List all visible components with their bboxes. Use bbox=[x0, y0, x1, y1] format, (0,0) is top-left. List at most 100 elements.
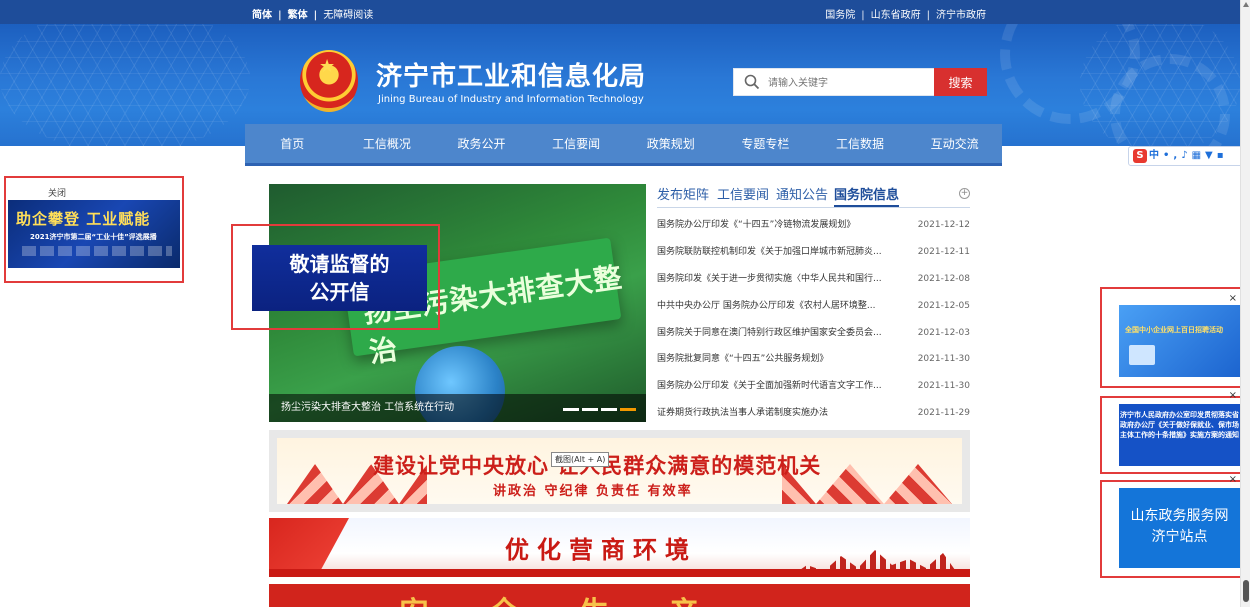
gov-service-line2: 济宁站点 bbox=[1151, 529, 1208, 545]
sogou-logo-icon: S bbox=[1133, 149, 1147, 163]
gov-service-line1: 山东政务服务网 bbox=[1130, 508, 1229, 524]
site-subtitle: Jining Bureau of Industry and Informatio… bbox=[378, 94, 644, 105]
close-icon[interactable]: × bbox=[1229, 474, 1237, 485]
banner-headline: 安全生产 bbox=[399, 588, 759, 607]
news-date: 2021-12-11 bbox=[917, 246, 970, 257]
news-date: 2021-12-08 bbox=[917, 273, 970, 284]
notice-ad[interactable]: 济宁市人民政府办公室印发贯彻落实省政府办公厅《关于做好保就业、保市场主体工作的十… bbox=[1119, 404, 1240, 466]
close-icon[interactable]: × bbox=[1229, 293, 1237, 304]
safety-production-banner[interactable]: 安全生产 bbox=[269, 584, 970, 607]
decor-network-globe bbox=[1080, 24, 1240, 146]
news-item[interactable]: 国务院办公厅印发《关于全面加强新时代语言文字工作... 2021-11-30 bbox=[657, 373, 970, 400]
nav-policy[interactable]: 政策规划 bbox=[624, 124, 719, 163]
banner-caption: 2021济宁市第二届“工业十佳”评选展播 bbox=[30, 233, 157, 241]
news-item[interactable]: 国务院联防联控机制印发《关于加强口岸城市新冠肺炎... 2021-12-11 bbox=[657, 239, 970, 266]
banner-slogan: 助企攀登 工业赋能 bbox=[16, 210, 151, 228]
nav-public-affairs[interactable]: 政务公开 bbox=[434, 124, 529, 163]
business-environment-banner[interactable]: 优化营商环境 bbox=[269, 518, 970, 577]
news-date: 2021-11-30 bbox=[917, 381, 970, 392]
accessibility-link[interactable]: 无障碍阅读 bbox=[323, 10, 373, 21]
banner-stripe bbox=[269, 569, 970, 577]
nav-home[interactable]: 首页 bbox=[245, 124, 340, 163]
open-letter-line2: 公开信 bbox=[309, 280, 370, 304]
news-item[interactable]: 国务院批复同意《“十四五”公共服务规划》 2021-11-30 bbox=[657, 346, 970, 373]
slide-dot[interactable] bbox=[582, 408, 598, 411]
top-links: 国务院 | 山东省政府 | 济宁市政府 bbox=[825, 10, 986, 21]
search-button[interactable]: 搜索 bbox=[934, 68, 987, 96]
slide-dot[interactable] bbox=[563, 408, 579, 411]
news-item[interactable]: 国务院印发《关于进一步贯彻实施〈中华人民共和国行... 2021-12-08 bbox=[657, 266, 970, 293]
toolbox-icon[interactable]: ▪ bbox=[1217, 150, 1228, 161]
nav-news[interactable]: 工信要闻 bbox=[529, 124, 624, 163]
news-tabs: 发布矩阵 工信要闻 通知公告 国务院信息 + bbox=[657, 184, 970, 208]
left-floating-ad: 关闭 助企攀登 工业赋能 2021济宁市第二届“工业十佳”评选展播 bbox=[4, 176, 184, 283]
news-item[interactable]: 中共中央办公厅 国务院办公厅印发《农村人居环境整... 2021-12-05 bbox=[657, 293, 970, 320]
right-float-service: × 山东政务服务网 济宁站点 bbox=[1100, 474, 1247, 578]
nav-overview[interactable]: 工信概况 bbox=[340, 124, 435, 163]
banner-fine-print bbox=[22, 246, 172, 256]
tab-release-matrix[interactable]: 发布矩阵 bbox=[657, 184, 709, 203]
decor-network-globe bbox=[0, 24, 250, 146]
open-letter-float[interactable]: 敬请监督的 公开信 bbox=[252, 245, 427, 311]
lang-traditional[interactable]: 繁体 bbox=[288, 10, 308, 21]
news-list: 国务院办公厅印发《“十四五”冷链物流发展规划》 2021-12-12 国务院联防联… bbox=[657, 212, 970, 427]
open-letter-line1: 敬请监督的 bbox=[289, 252, 390, 276]
recruitment-ad-text: 全国中小企业网上百日招聘活动 bbox=[1125, 326, 1223, 334]
screenshot-tooltip: 截图(Alt + A) bbox=[551, 452, 610, 467]
gov-service-link[interactable]: 山东政务服务网 济宁站点 bbox=[1119, 488, 1240, 568]
industry-top-ten-banner[interactable]: 助企攀登 工业赋能 2021济宁市第二届“工业十佳”评选展播 bbox=[8, 200, 180, 268]
scroll-up-icon[interactable] bbox=[1243, 2, 1249, 7]
nav-data[interactable]: 工信数据 bbox=[813, 124, 908, 163]
news-title[interactable]: 国务院印发《关于进一步贯彻实施〈中华人民共和国行... bbox=[657, 266, 912, 293]
lang-simplified[interactable]: 简体 bbox=[252, 10, 272, 21]
scroll-thumb[interactable] bbox=[1243, 580, 1249, 602]
news-title[interactable]: 国务院关于同意在澳门特别行政区维护国家安全委员会... bbox=[657, 320, 912, 347]
tab-industry-news[interactable]: 工信要闻 bbox=[717, 184, 769, 203]
news-title[interactable]: 国务院联防联控机制印发《关于加强口岸城市新冠肺炎... bbox=[657, 239, 912, 266]
mic-icon[interactable]: ♪ bbox=[1181, 150, 1191, 161]
news-item[interactable]: 国务院关于同意在澳门特别行政区维护国家安全委员会... 2021-12-03 bbox=[657, 320, 970, 347]
nav-interaction[interactable]: 互动交流 bbox=[907, 124, 1002, 163]
link-state-council[interactable]: 国务院 bbox=[825, 10, 855, 21]
news-title[interactable]: 中共中央办公厅 国务院办公厅印发《农村人居环境整... bbox=[657, 293, 912, 320]
tab-state-council-info[interactable]: 国务院信息 bbox=[834, 184, 900, 207]
news-title[interactable]: 国务院办公厅印发《“十四五”冷链物流发展规划》 bbox=[657, 212, 912, 239]
top-bar: 简体 | 繁体 | 无障碍阅读 国务院 | 山东省政府 | 济宁市政府 bbox=[0, 0, 1240, 24]
search-box: 搜索 bbox=[733, 68, 987, 96]
tab-notices[interactable]: 通知公告 bbox=[776, 184, 828, 203]
link-shandong-gov[interactable]: 山东省政府 bbox=[871, 10, 921, 21]
news-title[interactable]: 国务院办公厅印发《关于全面加强新时代语言文字工作... bbox=[657, 373, 912, 400]
news-date: 2021-11-29 bbox=[917, 408, 970, 419]
page-scrollbar[interactable] bbox=[1240, 0, 1250, 607]
keyboard-icon[interactable]: ▦ bbox=[1192, 150, 1205, 161]
page-root: 简体 | 繁体 | 无障碍阅读 国务院 | 山东省政府 | 济宁市政府 ★ 济宁市工业和信息化局… bbox=[0, 0, 1250, 607]
news-date: 2021-12-05 bbox=[917, 300, 970, 311]
language-switch: 简体 | 繁体 | 无障碍阅读 bbox=[252, 10, 374, 21]
right-float-recruitment: × 全国中小企业网上百日招聘活动 bbox=[1100, 287, 1247, 388]
news-item[interactable]: 证券期货行政执法当事人承诺制度实施办法 2021-11-29 bbox=[657, 400, 970, 427]
model-agency-banner[interactable]: 建设让党中央放心 让人民群众满意的模范机关 讲政治 守纪律 负责任 有效率 截图… bbox=[269, 430, 970, 512]
site-title: 济宁市工业和信息化局 bbox=[376, 62, 647, 92]
news-title[interactable]: 证券期货行政执法当事人承诺制度实施办法 bbox=[657, 400, 912, 427]
slide-dot[interactable] bbox=[601, 408, 617, 411]
link-jining-gov[interactable]: 济宁市政府 bbox=[936, 10, 986, 21]
banner-slogan: 讲政治 守纪律 负责任 有效率 bbox=[493, 484, 693, 499]
news-date: 2021-11-30 bbox=[917, 354, 970, 365]
search-input[interactable] bbox=[768, 74, 928, 92]
more-plus-icon[interactable]: + bbox=[959, 188, 970, 199]
close-ad-button[interactable]: 关闭 bbox=[48, 186, 66, 199]
search-icon bbox=[744, 74, 760, 90]
punctuation-icon[interactable]: •, bbox=[1163, 150, 1181, 161]
ime-toolbar[interactable]: S 中•,♪▦▼▪ bbox=[1128, 146, 1244, 166]
news-date: 2021-12-03 bbox=[917, 327, 970, 338]
close-icon[interactable]: × bbox=[1229, 390, 1237, 401]
news-item[interactable]: 国务院办公厅印发《“十四五”冷链物流发展规划》 2021-12-12 bbox=[657, 212, 970, 239]
slide-dot-active[interactable] bbox=[620, 408, 636, 411]
news-title[interactable]: 国务院批复同意《“十四五”公共服务规划》 bbox=[657, 346, 912, 373]
skin-icon[interactable]: ▼ bbox=[1205, 150, 1217, 161]
national-emblem-icon: ★ bbox=[300, 50, 358, 112]
recruitment-ad[interactable]: 全国中小企业网上百日招聘活动 bbox=[1119, 305, 1240, 377]
ime-mode-label[interactable]: 中 bbox=[1149, 150, 1163, 161]
monitor-icon bbox=[1129, 345, 1155, 365]
nav-special-topics[interactable]: 专题专栏 bbox=[718, 124, 813, 163]
